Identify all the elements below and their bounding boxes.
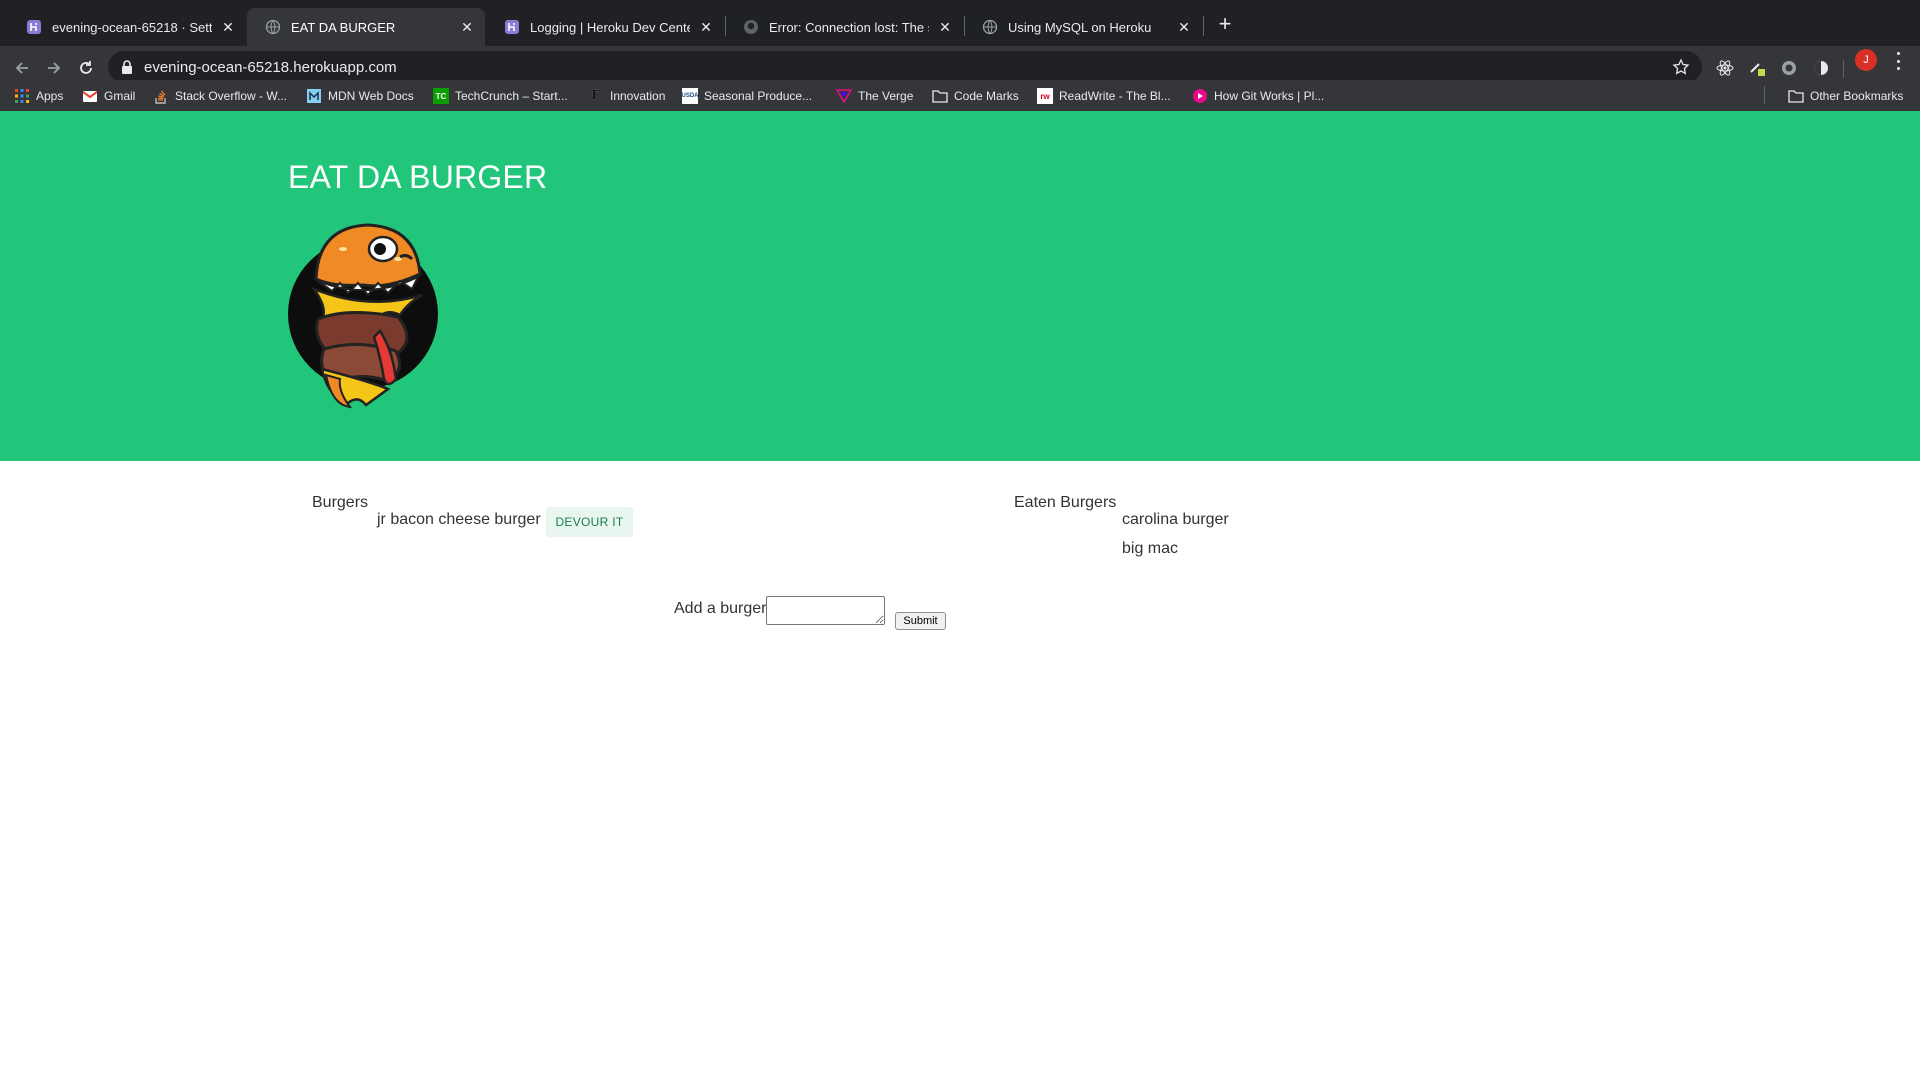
bookmark-label: The Verge — [858, 89, 914, 103]
tab-strip: evening-ocean-65218 · Settings ✕ EAT DA … — [0, 0, 1920, 46]
tab-eat-da-burger[interactable]: EAT DA BURGER ✕ — [247, 8, 485, 46]
bookmarks-divider — [1764, 86, 1765, 104]
bookmark-label: Apps — [36, 89, 64, 103]
bookmark-code-marks[interactable]: Code Marks — [932, 86, 1019, 106]
bookmark-seasonal-produce[interactable]: USDA Seasonal Produce... — [682, 86, 812, 106]
globe-icon — [265, 19, 281, 35]
burgers-heading: Burgers — [312, 494, 369, 511]
close-icon[interactable]: ✕ — [459, 19, 475, 35]
bookmark-label: ReadWrite - The Bl... — [1059, 89, 1171, 103]
tab-title: Using MySQL on Heroku — [1008, 19, 1152, 35]
close-icon[interactable]: ✕ — [698, 19, 714, 35]
bookmark-label: Code Marks — [954, 89, 1019, 103]
reload-icon[interactable] — [74, 56, 98, 80]
bookmark-label: Other Bookmarks — [1810, 89, 1904, 103]
bookmark-readwrite[interactable]: rw ReadWrite - The Bl... — [1037, 86, 1171, 106]
forbes-icon: F — [588, 88, 604, 104]
bookmark-label: TechCrunch – Start... — [455, 89, 568, 103]
dark-reader-icon[interactable] — [1811, 58, 1831, 78]
bookmark-how-git-works[interactable]: How Git Works | Pl... — [1192, 86, 1324, 106]
bookmark-the-verge[interactable]: The Verge — [836, 86, 913, 106]
stackoverflow-icon — [153, 88, 169, 104]
verge-icon — [836, 88, 852, 104]
gmail-icon — [82, 88, 98, 104]
url-text[interactable]: evening-ocean-65218.herokuapp.com — [144, 59, 397, 76]
bookmark-techcrunch[interactable]: TC TechCrunch – Start... — [433, 86, 568, 106]
close-icon[interactable]: ✕ — [1176, 19, 1192, 35]
tab-heroku-settings[interactable]: evening-ocean-65218 · Settings ✕ — [8, 8, 246, 46]
burger-logo-image — [288, 219, 438, 409]
heroku-icon — [504, 19, 520, 35]
folder-icon — [1788, 88, 1804, 104]
bookmark-apps[interactable]: Apps — [14, 86, 63, 106]
bookmark-label: Gmail — [104, 89, 136, 103]
bookmark-label: Seasonal Produce... — [704, 89, 813, 103]
page-title: EAT DA BURGER — [288, 159, 548, 195]
menu-kebab-icon[interactable] — [1890, 52, 1906, 70]
bookmark-star-icon[interactable] — [1672, 58, 1690, 76]
header-jumbotron: EAT DA BURGER — [0, 111, 1920, 461]
apps-grid-icon — [14, 88, 30, 104]
extension-circle-icon[interactable] — [1779, 58, 1799, 78]
pluralsight-icon — [1192, 88, 1208, 104]
address-bar[interactable]: evening-ocean-65218.herokuapp.com — [108, 51, 1702, 83]
bookmarks-bar: Apps Gmail Stack Overflow - W... MDN Web… — [0, 80, 1920, 111]
tab-title: Logging | Heroku Dev Center — [530, 19, 690, 35]
close-icon[interactable]: ✕ — [220, 19, 236, 35]
tab-title: Error: Connection lost: The server — [769, 19, 929, 35]
bookmark-stackoverflow[interactable]: Stack Overflow - W... — [153, 86, 287, 106]
tab-title: evening-ocean-65218 · Settings — [52, 19, 212, 35]
heroku-icon — [26, 19, 42, 35]
bookmark-gmail[interactable]: Gmail — [82, 86, 135, 106]
tab-mysql-heroku[interactable]: Using MySQL on Heroku ✕ — [964, 8, 1202, 46]
usda-icon: USDA — [682, 88, 699, 104]
techcrunch-icon: TC — [433, 88, 449, 104]
pencil-extension-icon[interactable] — [1747, 58, 1767, 78]
bookmark-innovation[interactable]: F Innovation — [588, 86, 665, 106]
react-devtools-icon[interactable] — [1715, 58, 1735, 78]
close-icon[interactable]: ✕ — [937, 19, 953, 35]
eaten-burger-item: big mac — [1122, 540, 1179, 557]
tab-heroku-logging[interactable]: Logging | Heroku Dev Center ✕ — [486, 8, 724, 46]
tab-github-error[interactable]: Error: Connection lost: The server ✕ — [725, 8, 963, 46]
eaten-burgers-heading: Eaten Burgers — [1014, 494, 1117, 511]
readwrite-icon: rw — [1037, 88, 1053, 104]
eaten-burger-item: carolina burger — [1122, 511, 1229, 528]
mdn-icon — [306, 88, 322, 104]
toolbar-divider — [1843, 60, 1844, 78]
back-icon[interactable] — [10, 56, 34, 80]
bookmark-label: How Git Works | Pl... — [1214, 89, 1325, 103]
bookmark-other-bookmarks[interactable]: Other Bookmarks — [1788, 86, 1903, 106]
lock-icon[interactable] — [120, 60, 134, 74]
folder-icon — [932, 88, 948, 104]
tab-divider — [1203, 16, 1204, 36]
burger-item: jr bacon cheese burger — [377, 511, 541, 528]
tab-title: EAT DA BURGER — [291, 19, 396, 35]
add-burger-label: Add a burger: — [674, 600, 771, 617]
bookmark-mdn[interactable]: MDN Web Docs — [306, 86, 414, 106]
new-tab-button[interactable]: + — [1213, 13, 1237, 37]
forward-icon[interactable] — [42, 56, 66, 80]
bookmark-label: Innovation — [610, 89, 666, 103]
submit-button[interactable]: Submit — [895, 612, 946, 630]
devour-it-button[interactable]: DEVOUR IT — [546, 507, 633, 537]
bookmark-label: MDN Web Docs — [328, 89, 414, 103]
profile-avatar[interactable]: J — [1855, 49, 1877, 71]
github-icon — [743, 19, 759, 35]
globe-icon — [982, 19, 998, 35]
bookmark-label: Stack Overflow - W... — [175, 89, 288, 103]
burger-name-input[interactable] — [766, 596, 885, 625]
